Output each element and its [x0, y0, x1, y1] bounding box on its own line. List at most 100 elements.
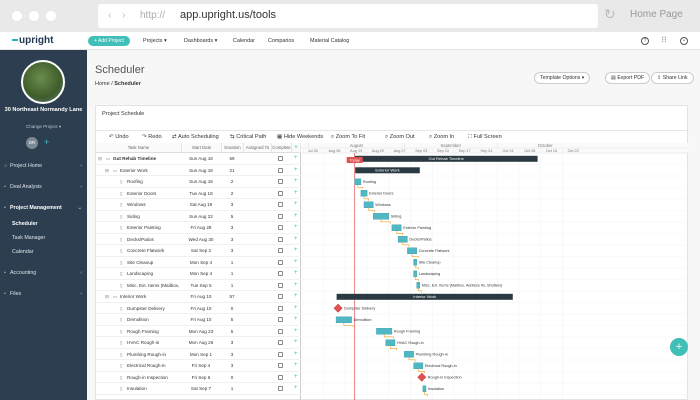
- add-subtask-icon[interactable]: +: [294, 360, 298, 371]
- task-bar[interactable]: [407, 247, 417, 255]
- task-start-date[interactable]: Mon Aug 23: [182, 326, 220, 337]
- task-duration[interactable]: 3: [222, 349, 242, 360]
- home-page-link[interactable]: Home Page: [630, 9, 683, 20]
- auto-scheduling-button[interactable]: ⇄ Auto Scheduling: [172, 134, 219, 140]
- task-start-date[interactable]: Sun Aug 16: [182, 153, 220, 164]
- add-member-icon[interactable]: +: [44, 137, 49, 147]
- task-duration[interactable]: 3: [222, 245, 242, 256]
- table-row[interactable]: ▯ Electrical Rough-in Fri Sep 4 3 +: [96, 360, 301, 372]
- add-subtask-icon[interactable]: +: [294, 199, 298, 210]
- add-subtask-icon[interactable]: +: [294, 165, 298, 176]
- task-bar[interactable]: [413, 270, 417, 278]
- col-header-assigned-to[interactable]: Assigned To: [244, 143, 272, 153]
- task-start-date[interactable]: Fri Aug 28: [182, 222, 220, 233]
- table-row[interactable]: ▯ Rough Framing Mon Aug 23 5 +: [96, 326, 301, 337]
- table-row[interactable]: ▯ Windows Sat Aug 19 3 +: [96, 199, 301, 211]
- account-icon[interactable]: •: [680, 37, 688, 45]
- task-name[interactable]: Site Cleanup: [127, 257, 180, 268]
- zoom-in-button[interactable]: ⌕ Zoom In: [429, 134, 454, 141]
- menu-projects[interactable]: Projects ▾: [143, 38, 167, 44]
- task-complete-checkbox[interactable]: [278, 340, 283, 345]
- task-start-date[interactable]: Sun Aug 16: [182, 176, 220, 187]
- table-row[interactable]: ▯ Site Cleanup Mon Sep 4 1 +: [96, 257, 301, 268]
- table-row[interactable]: ▯ Decks/Patios Wed Aug 30 3 +: [96, 234, 301, 245]
- task-complete-checkbox[interactable]: [278, 328, 283, 334]
- task-complete-checkbox[interactable]: [278, 236, 283, 242]
- task-bar[interactable]: [413, 362, 424, 370]
- add-subtask-icon[interactable]: +: [294, 291, 298, 302]
- breadcrumb-home[interactable]: Home: [95, 81, 110, 87]
- task-complete-checkbox[interactable]: [278, 179, 283, 184]
- task-bar[interactable]: [335, 316, 352, 324]
- task-bar[interactable]: [404, 351, 414, 358]
- task-start-date[interactable]: Mon Sep 1: [182, 349, 220, 360]
- task-complete-checkbox[interactable]: [278, 167, 283, 173]
- task-complete-checkbox[interactable]: [278, 213, 283, 219]
- task-start-date[interactable]: Fri Sep 4: [182, 360, 220, 371]
- task-bar[interactable]: [373, 213, 390, 220]
- task-name[interactable]: Roofing: [127, 176, 180, 187]
- table-row[interactable]: ▯ Roofing Sun Aug 16 2 +: [96, 176, 301, 188]
- task-name[interactable]: Dumpster Delivery: [127, 303, 180, 314]
- add-fab-button[interactable]: +: [670, 338, 688, 356]
- col-header-start-date[interactable]: Start Date: [182, 143, 222, 153]
- table-row[interactable]: ▯ Dumpster Delivery Fri Aug 10 0 +: [96, 303, 301, 314]
- task-complete-checkbox[interactable]: [278, 363, 283, 368]
- task-duration[interactable]: 57: [222, 291, 242, 302]
- hide-weekends-button[interactable]: ▦ Hide Weekends: [277, 134, 323, 140]
- menu-comparios[interactable]: Comparios: [268, 38, 294, 44]
- add-subtask-icon[interactable]: +: [294, 303, 298, 314]
- sidebar-item-project-home[interactable]: ⌂ Project Home ‹: [0, 159, 87, 173]
- add-subtask-icon[interactable]: +: [294, 326, 298, 337]
- template-options-button[interactable]: Template Options ▾: [534, 72, 591, 84]
- task-name[interactable]: Windows: [127, 199, 180, 210]
- task-complete-checkbox[interactable]: [278, 386, 283, 391]
- task-duration[interactable]: 5: [222, 211, 242, 222]
- undo-button[interactable]: ↶ Undo: [109, 134, 129, 140]
- task-start-date[interactable]: Sat Sep 7: [182, 383, 220, 394]
- task-name[interactable]: Rough-in Inspection: [127, 372, 180, 383]
- change-project-link[interactable]: Change Project ▾: [0, 124, 87, 130]
- sidebar-subitem-calendar[interactable]: Calendar: [12, 249, 34, 255]
- task-name[interactable]: Exterior Doors: [127, 188, 180, 199]
- upright-logo[interactable]: upright: [12, 35, 53, 46]
- task-complete-checkbox[interactable]: [278, 351, 283, 357]
- task-start-date[interactable]: Tue Sep 5: [182, 280, 220, 291]
- add-subtask-icon[interactable]: +: [294, 349, 298, 360]
- task-complete-checkbox[interactable]: [278, 294, 283, 299]
- task-name[interactable]: Insulation: [127, 383, 180, 394]
- task-bar[interactable]: [376, 328, 393, 335]
- task-duration[interactable]: 1: [222, 383, 242, 394]
- critical-path-button[interactable]: ⇆ Critical Path: [230, 134, 266, 140]
- export-pdf-button[interactable]: ▤ Export PDF: [605, 72, 651, 84]
- table-row[interactable]: ⊟ ▭ Gut Rehab Timeline Sun Aug 16 59 +: [96, 153, 301, 165]
- task-name[interactable]: Gut Rehab Timeline: [113, 153, 180, 164]
- task-bar[interactable]: [391, 224, 402, 232]
- window-maximize-dot[interactable]: [46, 11, 56, 21]
- add-subtask-icon[interactable]: +: [294, 222, 298, 233]
- table-row[interactable]: ▯ Exterior Painting Fri Aug 28 3 +: [96, 222, 301, 234]
- table-row[interactable]: ⊟ ▭ Exterior Work Sun Aug 16 21 +: [96, 165, 301, 176]
- task-complete-checkbox[interactable]: [278, 282, 283, 288]
- add-subtask-icon[interactable]: +: [294, 176, 298, 187]
- task-bar[interactable]: [416, 282, 420, 289]
- task-name[interactable]: Concrete Flatwork: [127, 245, 180, 256]
- task-start-date[interactable]: Fri Sep 6: [182, 372, 220, 383]
- add-subtask-icon[interactable]: +: [294, 268, 298, 279]
- task-bar[interactable]: [360, 190, 368, 197]
- sidebar-item-project-management[interactable]: ▪ Project Management ⌄: [0, 201, 87, 215]
- task-bar[interactable]: [363, 201, 374, 208]
- task-name[interactable]: Rough Framing: [127, 326, 180, 337]
- sidebar-item-deal-analysis[interactable]: ▪ Deal Analysis ‹: [0, 180, 87, 194]
- zoom-to-fit-button[interactable]: ⌕ Zoom To Fit: [331, 134, 365, 141]
- collapse-toggle-icon[interactable]: ⊟: [105, 165, 109, 176]
- task-complete-checkbox[interactable]: [278, 317, 283, 322]
- add-subtask-icon[interactable]: +: [294, 257, 298, 268]
- task-start-date[interactable]: Sat Sep 2: [182, 245, 220, 256]
- add-project-button[interactable]: + Add Project: [88, 36, 130, 46]
- avatar[interactable]: DR: [26, 137, 38, 149]
- task-complete-checkbox[interactable]: [278, 202, 283, 207]
- table-row[interactable]: ▯ Landscaping Mon Sep 4 1 +: [96, 268, 301, 280]
- table-row[interactable]: ▯ Misc. Ext. Items (Mailbox, Address #s, …: [96, 280, 301, 291]
- redo-button[interactable]: ↷ Redo: [142, 134, 162, 140]
